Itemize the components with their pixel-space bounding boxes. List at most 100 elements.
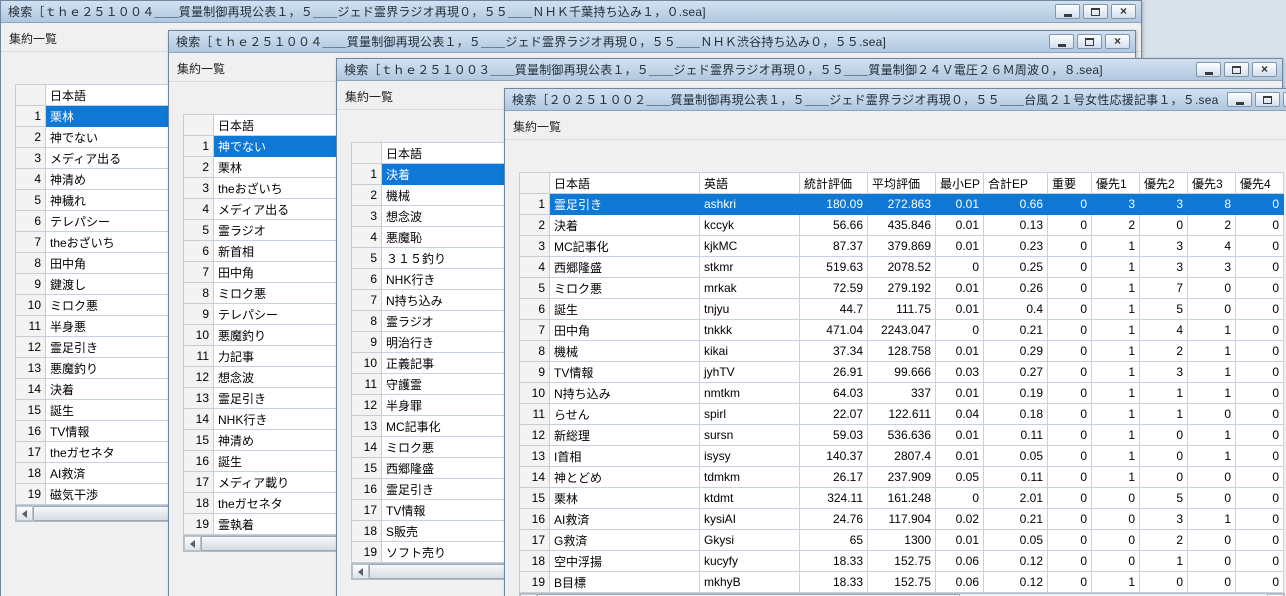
row-number[interactable]: 19 (352, 542, 382, 563)
table-cell[interactable]: stkmr (700, 257, 800, 278)
row-number[interactable]: 14 (520, 467, 550, 488)
table-cell[interactable]: 0.05 (984, 530, 1048, 551)
table-cell[interactable]: kjkMC (700, 236, 800, 257)
table-cell[interactable]: 新総理 (550, 425, 700, 446)
table-cell[interactable]: 悪魔釣り (46, 358, 171, 379)
table-row[interactable]: 8田中角 (16, 253, 171, 274)
table-cell[interactable]: 2807.4 (868, 446, 936, 467)
table-cell[interactable]: TV情報 (550, 362, 700, 383)
table-cell[interactable]: 田中角 (46, 253, 171, 274)
table-cell[interactable]: ３１５釣り (382, 248, 507, 269)
table-cell[interactable]: 3 (1140, 509, 1188, 530)
table-row[interactable]: 19霊執着 (184, 514, 339, 535)
scroll-left-button[interactable] (184, 536, 201, 551)
table-row[interactable]: 13I首相isysy140.372807.40.010.0501010 (520, 446, 1284, 467)
table-cell[interactable]: S販売 (382, 521, 507, 542)
row-number[interactable]: 12 (16, 337, 46, 358)
table-row[interactable]: 4悪魔恥 (352, 227, 507, 248)
table-cell[interactable]: 栗林 (550, 488, 700, 509)
close-button[interactable]: × (1111, 4, 1136, 19)
table-row[interactable]: 14決着 (16, 379, 171, 400)
table-cell[interactable]: 24.76 (800, 509, 868, 530)
table-cell[interactable]: 0 (1048, 362, 1092, 383)
table-row[interactable]: 14NHK行き (184, 409, 339, 430)
table-cell[interactable]: 0.11 (984, 467, 1048, 488)
column-header[interactable]: 平均評価 (868, 173, 936, 194)
table-cell[interactable]: 0 (1236, 425, 1284, 446)
table-cell[interactable]: NHK行き (214, 409, 339, 430)
table-cell[interactable]: 霊足引き (550, 194, 700, 215)
table-cell[interactable]: 2243.047 (868, 320, 936, 341)
table-cell[interactable]: 半身悪 (46, 316, 171, 337)
table-row[interactable]: 5霊ラジオ (184, 220, 339, 241)
row-number[interactable]: 14 (184, 409, 214, 430)
table-row[interactable]: 11らせんspirl22.07122.6110.040.1801100 (520, 404, 1284, 425)
table-cell[interactable]: 0.27 (984, 362, 1048, 383)
row-number[interactable]: 4 (520, 257, 550, 278)
scroll-left-button[interactable] (352, 564, 369, 579)
table-cell[interactable]: ソフト売り (382, 542, 507, 563)
table-row[interactable]: 5神穢れ (16, 190, 171, 211)
table-cell[interactable]: NHK行き (382, 269, 507, 290)
table-row[interactable]: 3theおざいち (184, 178, 339, 199)
row-number[interactable]: 13 (352, 416, 382, 437)
table-cell[interactable]: 435.846 (868, 215, 936, 236)
table-cell[interactable]: 0 (1048, 425, 1092, 446)
table-cell[interactable]: 2 (1140, 530, 1188, 551)
table-row[interactable]: 19B目標mkhyB18.33152.750.060.1201000 (520, 572, 1284, 593)
column-header[interactable]: 優先3 (1188, 173, 1236, 194)
table-cell[interactable]: 0.01 (936, 236, 984, 257)
table-cell[interactable]: 誕生 (550, 299, 700, 320)
table-cell[interactable]: nmtkm (700, 383, 800, 404)
table-row[interactable]: 9テレパシー (184, 304, 339, 325)
row-number[interactable]: 12 (184, 367, 214, 388)
table-cell[interactable]: 0 (1188, 551, 1236, 572)
row-number[interactable]: 4 (184, 199, 214, 220)
table-cell[interactable]: 0 (1236, 341, 1284, 362)
table-cell[interactable]: 72.59 (800, 278, 868, 299)
column-header[interactable]: 日本語 (382, 143, 507, 164)
table-cell[interactable]: 152.75 (868, 572, 936, 593)
table-cell[interactable]: 0 (1048, 236, 1092, 257)
table-cell[interactable]: 1300 (868, 530, 936, 551)
table-cell[interactable]: 1 (1092, 572, 1140, 593)
table-cell[interactable]: isysy (700, 446, 800, 467)
table-cell[interactable]: 0 (1236, 320, 1284, 341)
row-number[interactable]: 16 (16, 421, 46, 442)
table-cell[interactable]: 霊執着 (214, 514, 339, 535)
table-cell[interactable]: 機械 (550, 341, 700, 362)
table-row[interactable]: 11半身悪 (16, 316, 171, 337)
table-cell[interactable]: 0 (1092, 530, 1140, 551)
table-cell[interactable]: 337 (868, 383, 936, 404)
table-row[interactable]: 8霊ラジオ (352, 311, 507, 332)
table-cell[interactable]: 0 (1092, 551, 1140, 572)
row-number[interactable]: 7 (352, 290, 382, 311)
table-cell[interactable]: 2 (1188, 215, 1236, 236)
table-cell[interactable]: 力記事 (214, 346, 339, 367)
table-cell[interactable]: 0.4 (984, 299, 1048, 320)
table-cell[interactable]: 栗林 (46, 106, 171, 127)
table-cell[interactable]: 0 (1236, 362, 1284, 383)
table-row[interactable]: 6テレパシー (16, 211, 171, 232)
maximize-button[interactable] (1224, 62, 1249, 77)
column-header[interactable]: 最小EP (936, 173, 984, 194)
column-header[interactable]: 統計評価 (800, 173, 868, 194)
table-cell[interactable]: N持ち込み (550, 383, 700, 404)
table-cell[interactable]: 0.19 (984, 383, 1048, 404)
table-cell[interactable]: 44.7 (800, 299, 868, 320)
table-cell[interactable]: 7 (1140, 278, 1188, 299)
row-number[interactable]: 14 (16, 379, 46, 400)
scroll-left-button[interactable] (16, 506, 33, 521)
row-number[interactable]: 5 (520, 278, 550, 299)
table-cell[interactable]: 田中角 (214, 262, 339, 283)
table-cell[interactable]: 4 (1140, 320, 1188, 341)
table-cell[interactable]: 0.05 (984, 446, 1048, 467)
table-cell[interactable]: 37.34 (800, 341, 868, 362)
column-header[interactable]: 優先4 (1236, 173, 1284, 194)
table-cell[interactable]: 空中浮揚 (550, 551, 700, 572)
table-cell[interactable]: 0 (1236, 488, 1284, 509)
table-row[interactable]: 7田中角 (184, 262, 339, 283)
row-number[interactable]: 5 (184, 220, 214, 241)
table-row[interactable]: 10ミロク悪 (16, 295, 171, 316)
table-cell[interactable]: 272.863 (868, 194, 936, 215)
